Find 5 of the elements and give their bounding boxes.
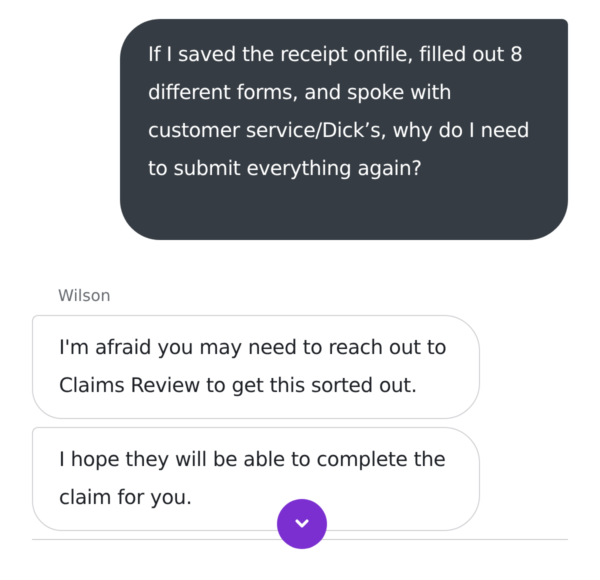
scroll-down-button[interactable]: [277, 499, 327, 549]
chevron-down-icon: [295, 519, 309, 529]
sender-name: Wilson: [58, 286, 112, 305]
received-message: I'm afraid you may need to reach out to Claims Review to get this sorted out.: [32, 315, 480, 419]
sent-message: If I saved the receipt onfile, filled out 8 different forms, and spoke with customer service/Dick’s, why do I need to submit everything again?: [120, 19, 568, 240]
